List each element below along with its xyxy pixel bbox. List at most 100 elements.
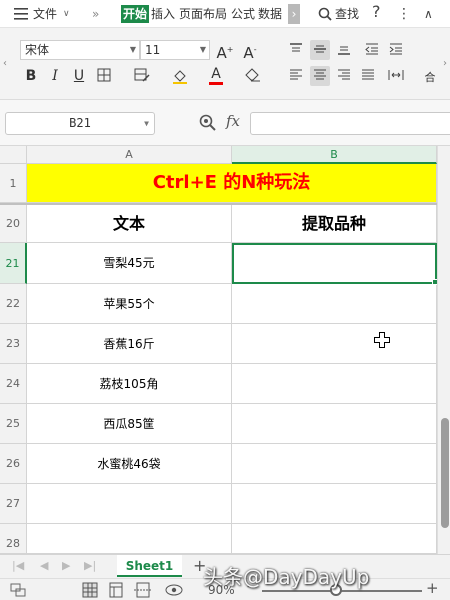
more-options-icon[interactable]: ⋮ (397, 5, 411, 23)
chevron-down-icon[interactable]: ∨ (63, 5, 70, 23)
data-cell-a[interactable]: 苹果55个 (27, 284, 232, 324)
chevron-right-icon[interactable]: › (288, 4, 300, 24)
ribbon-toolbar: ‹ › 宋体 ▼ 11 ▼ A+ A- B I U A 合 (0, 28, 450, 100)
column-header-b[interactable]: B (232, 146, 437, 164)
name-box-value: B21 (69, 116, 91, 130)
zoom-formula-icon[interactable] (199, 114, 217, 132)
column-header-a[interactable]: A (27, 146, 232, 164)
zoom-slider-track[interactable] (262, 590, 422, 592)
data-cell-b[interactable] (232, 404, 437, 444)
chevron-down-icon: ▼ (144, 119, 149, 128)
distributed-align-icon[interactable] (386, 66, 406, 86)
align-bottom-icon[interactable] (334, 40, 354, 60)
menu-file[interactable]: 文件 (33, 5, 57, 23)
select-all-corner[interactable] (0, 146, 27, 164)
align-center-icon[interactable] (310, 66, 330, 86)
active-cell-selection (232, 243, 437, 284)
font-size-value: 11 (145, 43, 161, 57)
menu-bar: 文件 ∨ » 开始 插入 页面布局 公式 数据 › 查找 ? ⋮ ∧ (0, 0, 450, 28)
data-cell-b[interactable] (232, 484, 437, 524)
row-header[interactable]: 28 (0, 524, 27, 554)
data-cell-a[interactable] (27, 524, 232, 554)
page-layout-view-icon[interactable] (108, 582, 124, 598)
scrollbar-thumb[interactable] (441, 418, 449, 528)
data-cell-b[interactable] (232, 364, 437, 404)
tab-data[interactable]: 数据 (258, 5, 282, 23)
search-label[interactable]: 查找 (335, 5, 359, 23)
align-right-icon[interactable] (334, 66, 354, 86)
data-cell-b[interactable] (232, 444, 437, 484)
search-icon[interactable] (318, 7, 332, 21)
collapse-ribbon-icon[interactable]: ∧ (424, 5, 433, 23)
normal-view-icon[interactable] (82, 582, 98, 598)
ribbon-scroll-left-icon[interactable]: ‹ (0, 28, 10, 100)
data-cell-a[interactable]: 荔枝105角 (27, 364, 232, 404)
decrease-indent-icon[interactable] (362, 40, 382, 60)
zoom-in-icon[interactable]: + (426, 579, 439, 597)
align-top-icon[interactable] (286, 40, 306, 60)
last-sheet-icon[interactable]: ▶| (84, 559, 96, 572)
vertical-scrollbar[interactable] (437, 146, 450, 554)
row-header[interactable]: 26 (0, 444, 27, 484)
data-cell-a[interactable] (27, 484, 232, 524)
data-cell-a[interactable]: 西瓜85筐 (27, 404, 232, 444)
chevron-down-icon: ▼ (129, 45, 136, 54)
next-sheet-icon[interactable]: ▶ (62, 559, 70, 572)
merge-cells-icon[interactable]: 合 (420, 68, 440, 88)
font-color-icon[interactable]: A (206, 66, 226, 86)
increase-font-icon[interactable]: A+ (215, 40, 235, 62)
page-break-view-icon[interactable] (134, 582, 152, 598)
hamburger-menu-icon[interactable] (14, 8, 28, 20)
prev-sheet-icon[interactable]: ◀ (40, 559, 48, 572)
reading-mode-icon[interactable] (165, 582, 183, 598)
row-header[interactable]: 25 (0, 404, 27, 444)
data-cell-a[interactable]: 香蕉16斤 (27, 324, 232, 364)
fill-color-icon[interactable] (170, 66, 190, 86)
formula-input[interactable] (250, 112, 450, 135)
tab-formulas[interactable]: 公式 (231, 5, 255, 23)
font-name-select[interactable]: 宋体 ▼ (20, 40, 140, 60)
row-header[interactable]: 20 (0, 205, 27, 243)
ribbon-scroll-right-icon[interactable]: › (440, 28, 450, 100)
name-box[interactable]: B21 ▼ (5, 112, 155, 135)
row-header[interactable]: 27 (0, 484, 27, 524)
borders-icon[interactable] (94, 66, 114, 86)
increase-indent-icon[interactable] (386, 40, 406, 60)
align-middle-icon[interactable] (310, 40, 330, 60)
justify-icon[interactable] (358, 66, 378, 86)
header-cell-extract[interactable]: 提取品种 (232, 205, 437, 243)
watermark-text: 头条@DayDayUp (203, 565, 370, 589)
bold-icon[interactable]: B (21, 66, 41, 86)
underline-icon[interactable]: U (69, 66, 89, 86)
formula-bar: B21 ▼ fx (0, 100, 450, 146)
row-header[interactable]: 1 (0, 164, 27, 203)
more-icon[interactable]: » (92, 5, 99, 23)
row-header[interactable]: 21 (0, 243, 27, 284)
data-cell-b[interactable] (232, 524, 437, 554)
row-header[interactable]: 22 (0, 284, 27, 324)
tab-page-layout[interactable]: 页面布局 (179, 5, 227, 23)
tab-home[interactable]: 开始 (121, 5, 150, 23)
data-cell-b[interactable] (232, 324, 437, 364)
italic-icon[interactable]: I (45, 66, 65, 86)
decrease-font-icon[interactable]: A- (240, 40, 260, 62)
macro-record-icon[interactable] (10, 582, 26, 598)
data-cell-a[interactable]: 雪梨45元 (27, 243, 232, 284)
first-sheet-icon[interactable]: |◀ (12, 559, 24, 572)
row-header[interactable]: 23 (0, 324, 27, 364)
cross-cursor-icon (374, 332, 390, 348)
help-icon[interactable]: ? (372, 3, 381, 21)
font-size-select[interactable]: 11 ▼ (140, 40, 210, 60)
clear-format-icon[interactable] (243, 66, 263, 86)
header-cell-text[interactable]: 文本 (27, 205, 232, 243)
title-cell[interactable]: Ctrl+E 的N种玩法 (27, 164, 437, 203)
sheet-tab-sheet1[interactable]: Sheet1 (117, 555, 182, 577)
row-header[interactable]: 24 (0, 364, 27, 404)
data-cell-a[interactable]: 水蜜桃46袋 (27, 444, 232, 484)
fx-icon[interactable]: fx (226, 112, 240, 130)
align-left-icon[interactable] (286, 66, 306, 86)
font-name-value: 宋体 (25, 43, 50, 57)
conditional-format-icon[interactable] (132, 66, 152, 86)
tab-insert[interactable]: 插入 (151, 5, 175, 23)
data-cell-b[interactable] (232, 284, 437, 324)
